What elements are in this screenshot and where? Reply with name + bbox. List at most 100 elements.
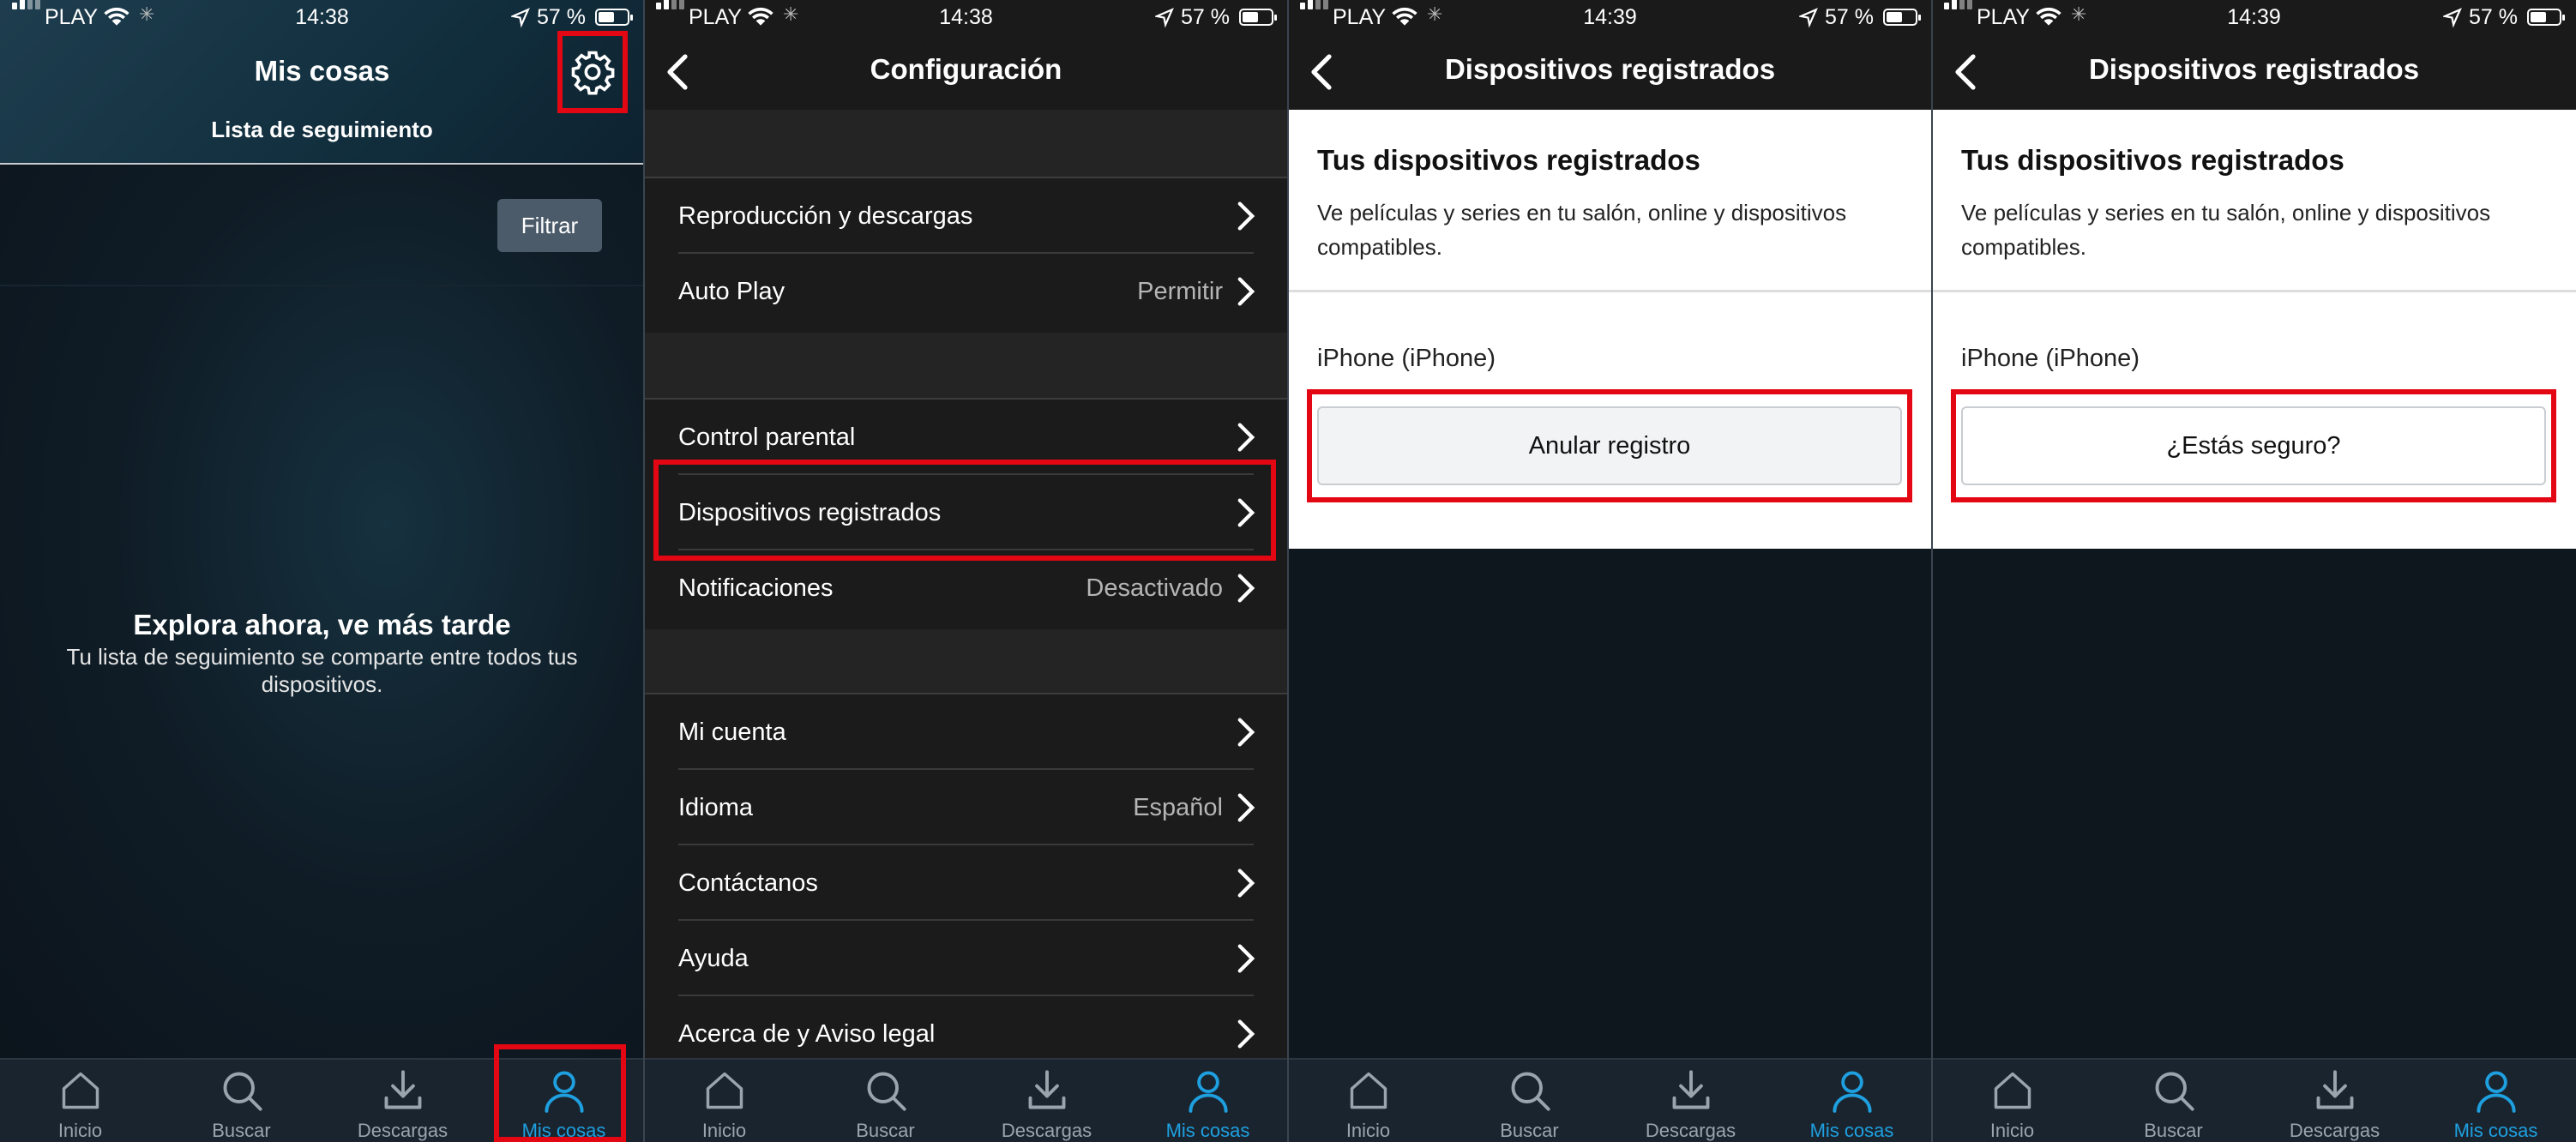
location-arrow-icon <box>511 8 530 28</box>
location-arrow-icon <box>1799 8 1818 28</box>
chevron-right-icon <box>1237 944 1255 973</box>
tab-label: Buscar <box>2144 1120 2203 1141</box>
tab-label: Inicio <box>701 1120 747 1141</box>
search-icon <box>2155 1072 2194 1111</box>
settings-group-playback: Reproducción y descargas Auto Play Permi… <box>644 177 1288 333</box>
page-title: Dispositivos registrados <box>2088 53 2420 85</box>
chevron-right-icon <box>1237 793 1255 822</box>
settings-row-notifications[interactable]: Notificaciones Desactivado <box>678 550 1255 626</box>
battery-percent: 57 % <box>2469 5 2518 29</box>
tab-bar: Inicio Buscar Descargas Mis cosas <box>644 1058 1288 1142</box>
row-label: Notificaciones <box>678 574 834 602</box>
battery-icon <box>2527 9 2565 26</box>
settings-row-language[interactable]: Idioma Español <box>678 770 1255 845</box>
tab-descargas[interactable]: Descargas <box>322 1060 483 1142</box>
tab-buscar[interactable]: Buscar <box>2093 1060 2254 1142</box>
tab-bar: Inicio Buscar Descargas Mis cosas <box>1932 1058 2576 1142</box>
chevron-right-icon <box>1237 423 1255 452</box>
tab-mis-cosas[interactable]: Mis cosas <box>1772 1060 1932 1142</box>
download-icon <box>1028 1070 1066 1109</box>
panel-dispositivos: Dispositivos registrados Tus dispositivo… <box>1288 0 1932 1142</box>
tab-label: Descargas <box>1001 1120 1092 1141</box>
tab-descargas[interactable]: Descargas <box>2254 1060 2415 1142</box>
section-description: Ve películas y series en tu salón, onlin… <box>1317 200 1847 260</box>
filter-button[interactable]: Filtrar <box>497 199 602 252</box>
tab-label: Inicio <box>1989 1120 2035 1141</box>
home-icon <box>1350 1072 1387 1109</box>
deregister-button[interactable]: Anular registro <box>1317 406 1902 485</box>
divider <box>0 285 644 286</box>
tab-descargas[interactable]: Descargas <box>1610 1060 1771 1142</box>
tab-buscar[interactable]: Buscar <box>1449 1060 1610 1142</box>
status-bar: PLAY ✳ 14:38 57 % <box>644 0 1288 38</box>
settings-list: Reproducción y descargas Auto Play Permi… <box>644 110 1288 1070</box>
divider <box>1932 290 2576 292</box>
row-value: Desactivado <box>1086 574 1223 602</box>
row-value: Español <box>1133 794 1223 821</box>
panel-divider <box>1287 0 1289 1142</box>
settings-row-contact[interactable]: Contáctanos <box>678 845 1255 921</box>
row-label: Control parental <box>678 424 856 451</box>
settings-row-help[interactable]: Ayuda <box>678 921 1255 996</box>
settings-row-playback[interactable]: Reproducción y descargas <box>678 178 1255 254</box>
empty-state-title: Explora ahora, ve más tarde <box>133 609 511 640</box>
download-icon <box>1672 1070 1710 1109</box>
panel-mis-cosas: Mis cosas Lista de seguimiento Filtrar E… <box>0 0 644 1142</box>
tab-buscar[interactable]: Buscar <box>805 1060 966 1142</box>
tab-label: Buscar <box>856 1120 915 1141</box>
tab-inicio[interactable]: Inicio <box>644 1060 804 1142</box>
tab-inicio[interactable]: Inicio <box>1288 1060 1448 1142</box>
row-value: Permitir <box>1137 278 1223 305</box>
home-icon <box>1994 1072 2031 1109</box>
chevron-right-icon <box>1237 201 1255 231</box>
watchlist-tab[interactable]: Lista de seguimiento <box>0 117 644 143</box>
panel-divider <box>643 0 645 1142</box>
settings-group-account: Mi cuenta Idioma Español Contáctanos Ayu… <box>644 693 1288 1070</box>
panel-dispositivos-confirm: Dispositivos registrados Tus dispositivo… <box>1932 0 2576 1142</box>
search-icon <box>223 1072 262 1111</box>
search-icon <box>867 1072 906 1111</box>
tab-label: Mis cosas <box>1809 1120 1894 1141</box>
tab-descargas[interactable]: Descargas <box>966 1060 1127 1142</box>
profile-icon <box>1189 1071 1228 1113</box>
confirm-deregister-button[interactable]: ¿Estás seguro? <box>1961 406 2546 485</box>
chevron-right-icon <box>1237 277 1255 306</box>
tab-bar: Inicio Buscar Descargas Mis cosas <box>1288 1058 1932 1142</box>
empty-area <box>1288 549 1932 1058</box>
battery-percent: 57 % <box>1181 5 1230 29</box>
battery-icon <box>1239 9 1277 26</box>
empty-state-description: Tu lista de seguimiento se comparte entr… <box>66 644 578 697</box>
tab-inicio[interactable]: Inicio <box>1932 1060 2092 1142</box>
divider <box>1288 290 1932 292</box>
search-icon <box>1511 1072 1550 1111</box>
tab-mis-cosas[interactable]: Mis cosas <box>1128 1060 1288 1142</box>
device-name: iPhone (iPhone) <box>1961 345 2140 372</box>
panel-configuracion: Configuración Reproducción y descargas A… <box>644 0 1288 1142</box>
section-description: Ve películas y series en tu salón, onlin… <box>1961 200 2491 260</box>
battery-percent: 57 % <box>1825 5 1874 29</box>
tab-label: Mis cosas <box>1165 1120 1250 1141</box>
profile-icon <box>2477 1071 2516 1113</box>
battery-icon <box>1883 9 1921 26</box>
tab-inicio[interactable]: Inicio <box>0 1060 160 1142</box>
tab-label: Inicio <box>57 1120 103 1141</box>
status-bar: PLAY ✳ 14:39 57 % <box>1932 0 2576 38</box>
highlight-box <box>494 1044 626 1142</box>
panel-divider <box>1931 0 1933 1142</box>
settings-row-account[interactable]: Mi cuenta <box>678 694 1255 770</box>
settings-row-autoplay[interactable]: Auto Play Permitir <box>678 254 1255 329</box>
row-label: Mi cuenta <box>678 718 786 746</box>
row-label: Acerca de y Aviso legal <box>678 1020 936 1048</box>
home-icon <box>706 1072 743 1109</box>
location-arrow-icon <box>2443 8 2462 28</box>
settings-button[interactable] <box>557 31 628 113</box>
download-icon <box>384 1070 422 1109</box>
tab-mis-cosas[interactable]: Mis cosas <box>2416 1060 2576 1142</box>
row-label: Auto Play <box>678 278 785 305</box>
chevron-right-icon <box>1237 869 1255 898</box>
tab-buscar[interactable]: Buscar <box>161 1060 322 1142</box>
tab-label: Buscar <box>1500 1120 1559 1141</box>
download-icon <box>2316 1070 2354 1109</box>
gear-icon <box>571 51 615 95</box>
profile-icon <box>1833 1071 1872 1113</box>
